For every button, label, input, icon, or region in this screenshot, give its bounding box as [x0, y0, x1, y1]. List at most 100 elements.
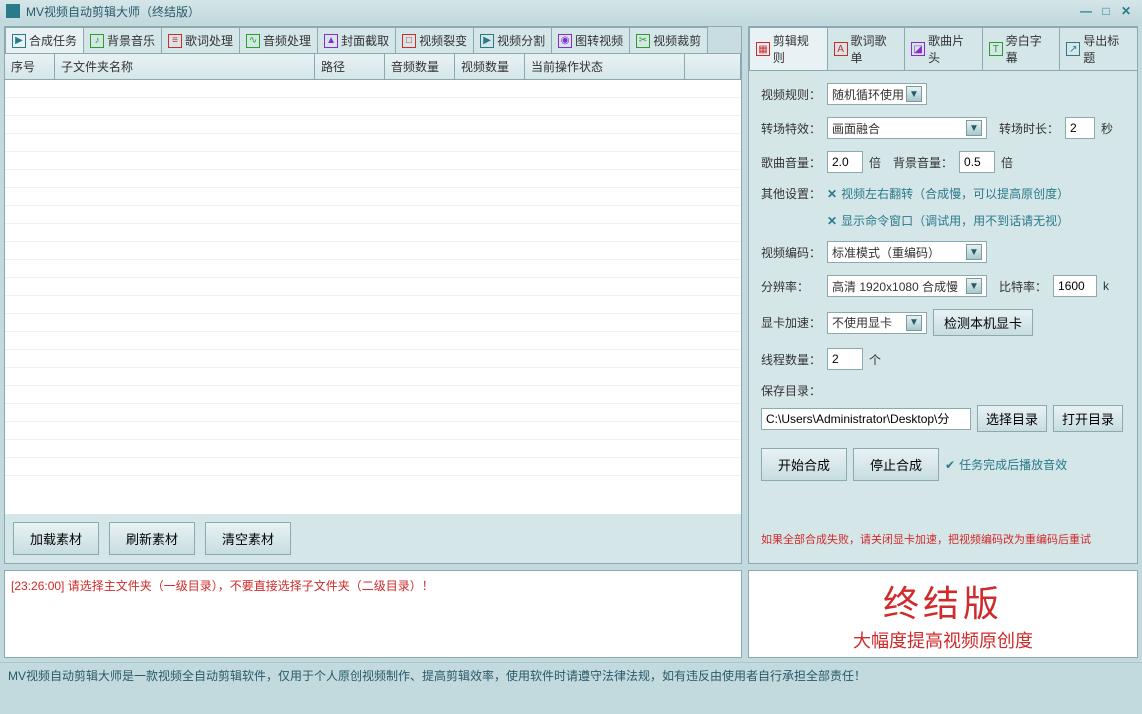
table-row[interactable]: [5, 458, 741, 476]
threads-input[interactable]: [827, 348, 863, 370]
tab-icon: ▲: [324, 34, 338, 48]
left-tab-3[interactable]: ∿音频处理: [239, 27, 318, 53]
bitrate-label: 比特率：: [999, 278, 1047, 295]
column-header[interactable]: 子文件夹名称: [55, 54, 315, 79]
bg-volume-input[interactable]: [959, 151, 995, 173]
table-row[interactable]: [5, 422, 741, 440]
table-body[interactable]: [5, 80, 741, 514]
right-tab-2[interactable]: ◪歌曲片头: [904, 27, 983, 70]
threads-label: 线程数量：: [761, 351, 821, 368]
tab-icon: ◉: [558, 34, 572, 48]
open-dir-button[interactable]: 打开目录: [1053, 405, 1123, 432]
table-row[interactable]: [5, 242, 741, 260]
table-header: 序号子文件夹名称路径音频数量视频数量当前操作状态: [5, 54, 741, 80]
table-row[interactable]: [5, 224, 741, 242]
tab-icon: ∿: [246, 34, 260, 48]
right-tab-0[interactable]: ▦剪辑规则: [749, 27, 828, 70]
resolution-label: 分辨率：: [761, 278, 821, 295]
column-header[interactable]: 视频数量: [455, 54, 525, 79]
video-rule-label: 视频规则：: [761, 86, 821, 103]
table-row[interactable]: [5, 278, 741, 296]
bg-volume-label: 背景音量：: [893, 154, 953, 171]
column-header[interactable]: 当前操作状态: [525, 54, 685, 79]
resolution-select[interactable]: 高清 1920x1080 合成慢▼: [827, 275, 987, 297]
left-tab-0[interactable]: ▶合成任务: [5, 27, 84, 53]
table-row[interactable]: [5, 404, 741, 422]
table-row[interactable]: [5, 296, 741, 314]
detect-gpu-button[interactable]: 检测本机显卡: [933, 309, 1033, 336]
left-tab-2[interactable]: ≡歌词处理: [161, 27, 240, 53]
table-row[interactable]: [5, 152, 741, 170]
column-header-spacer: [685, 54, 741, 79]
chevron-down-icon: ▼: [966, 278, 982, 294]
close-button[interactable]: ✕: [1116, 4, 1136, 18]
tab-icon: ◪: [911, 42, 925, 56]
left-tabs: ▶合成任务♪背景音乐≡歌词处理∿音频处理▲封面截取□视频裂变▶视频分割◉图转视频…: [5, 27, 741, 54]
left-tab-7[interactable]: ◉图转视频: [551, 27, 630, 53]
left-tab-4[interactable]: ▲封面截取: [317, 27, 396, 53]
gpu-label: 显卡加速：: [761, 314, 821, 331]
stop-button[interactable]: 停止合成: [853, 448, 939, 481]
transition-dur-unit: 秒: [1101, 120, 1113, 137]
right-tab-3[interactable]: T旁白字幕: [982, 27, 1061, 70]
bitrate-input[interactable]: [1053, 275, 1097, 297]
other-label: 其他设置：: [761, 185, 821, 202]
table-row[interactable]: [5, 350, 741, 368]
outdir-input[interactable]: [761, 408, 971, 430]
encode-select[interactable]: 标准模式（重编码）▼: [827, 241, 987, 263]
column-header[interactable]: 音频数量: [385, 54, 455, 79]
table-row[interactable]: [5, 116, 741, 134]
table-row[interactable]: [5, 386, 741, 404]
table-row[interactable]: [5, 260, 741, 278]
x-icon: ✕: [827, 187, 837, 201]
window-title: MV视频自动剪辑大师（终结版）: [26, 3, 200, 20]
tab-icon: ✂: [636, 34, 650, 48]
error-hint: 如果全部合成失败，请关闭显卡加速，把视频编码改为重编码后重试: [761, 531, 1125, 547]
start-button[interactable]: 开始合成: [761, 448, 847, 481]
left-tab-6[interactable]: ▶视频分割: [473, 27, 552, 53]
song-volume-input[interactable]: [827, 151, 863, 173]
left-tab-1[interactable]: ♪背景音乐: [83, 27, 162, 53]
tab-icon: □: [402, 34, 416, 48]
encode-label: 视频编码：: [761, 244, 821, 261]
transition-dur-input[interactable]: [1065, 117, 1095, 139]
flip-checkbox[interactable]: ✕视频左右翻转（合成慢，可以提高原创度）: [827, 185, 1069, 202]
transition-select[interactable]: 画面融合▼: [827, 117, 987, 139]
table-row[interactable]: [5, 80, 741, 98]
table-row[interactable]: [5, 332, 741, 350]
chevron-down-icon: ▼: [966, 120, 982, 136]
maximize-button[interactable]: □: [1096, 4, 1116, 18]
load-button[interactable]: 加载素材: [13, 522, 99, 555]
left-button-row: 加载素材 刷新素材 清空素材: [5, 514, 741, 563]
cmd-checkbox[interactable]: ✕显示命令窗口（调试用，用不到话请无视）: [827, 212, 1069, 229]
column-header[interactable]: 序号: [5, 54, 55, 79]
log-message: [23:26:00] 请选择主文件夹（一级目录），不要直接选择子文件夹（二级目录…: [11, 579, 434, 593]
gpu-select[interactable]: 不使用显卡▼: [827, 312, 927, 334]
table-row[interactable]: [5, 98, 741, 116]
table-row[interactable]: [5, 440, 741, 458]
x-icon: ✕: [827, 214, 837, 228]
right-tab-4[interactable]: ↗导出标题: [1059, 27, 1138, 70]
log-panel: [23:26:00] 请选择主文件夹（一级目录），不要直接选择子文件夹（二级目录…: [4, 570, 742, 658]
left-panel: ▶合成任务♪背景音乐≡歌词处理∿音频处理▲封面截取□视频裂变▶视频分割◉图转视频…: [4, 26, 742, 564]
table-row[interactable]: [5, 368, 741, 386]
table-row[interactable]: [5, 134, 741, 152]
minimize-button[interactable]: —: [1076, 4, 1096, 18]
column-header[interactable]: 路径: [315, 54, 385, 79]
refresh-button[interactable]: 刷新素材: [109, 522, 195, 555]
tab-icon: ↗: [1066, 42, 1080, 56]
clear-button[interactable]: 清空素材: [205, 522, 291, 555]
table-row[interactable]: [5, 314, 741, 332]
table-row[interactable]: [5, 188, 741, 206]
choose-dir-button[interactable]: 选择目录: [977, 405, 1047, 432]
song-volume-label: 歌曲音量：: [761, 154, 821, 171]
tab-icon: ▶: [480, 34, 494, 48]
left-tab-5[interactable]: □视频裂变: [395, 27, 474, 53]
table-row[interactable]: [5, 170, 741, 188]
right-tab-1[interactable]: A歌词歌单: [827, 27, 906, 70]
table-row[interactable]: [5, 206, 741, 224]
video-rule-select[interactable]: 随机循环使用▼: [827, 83, 927, 105]
left-tab-8[interactable]: ✂视频裁剪: [629, 27, 708, 53]
brand-panel: 终结版 大幅度提高视频原创度: [748, 570, 1138, 658]
finish-sound-checkbox[interactable]: ✔任务完成后播放音效: [945, 456, 1067, 473]
